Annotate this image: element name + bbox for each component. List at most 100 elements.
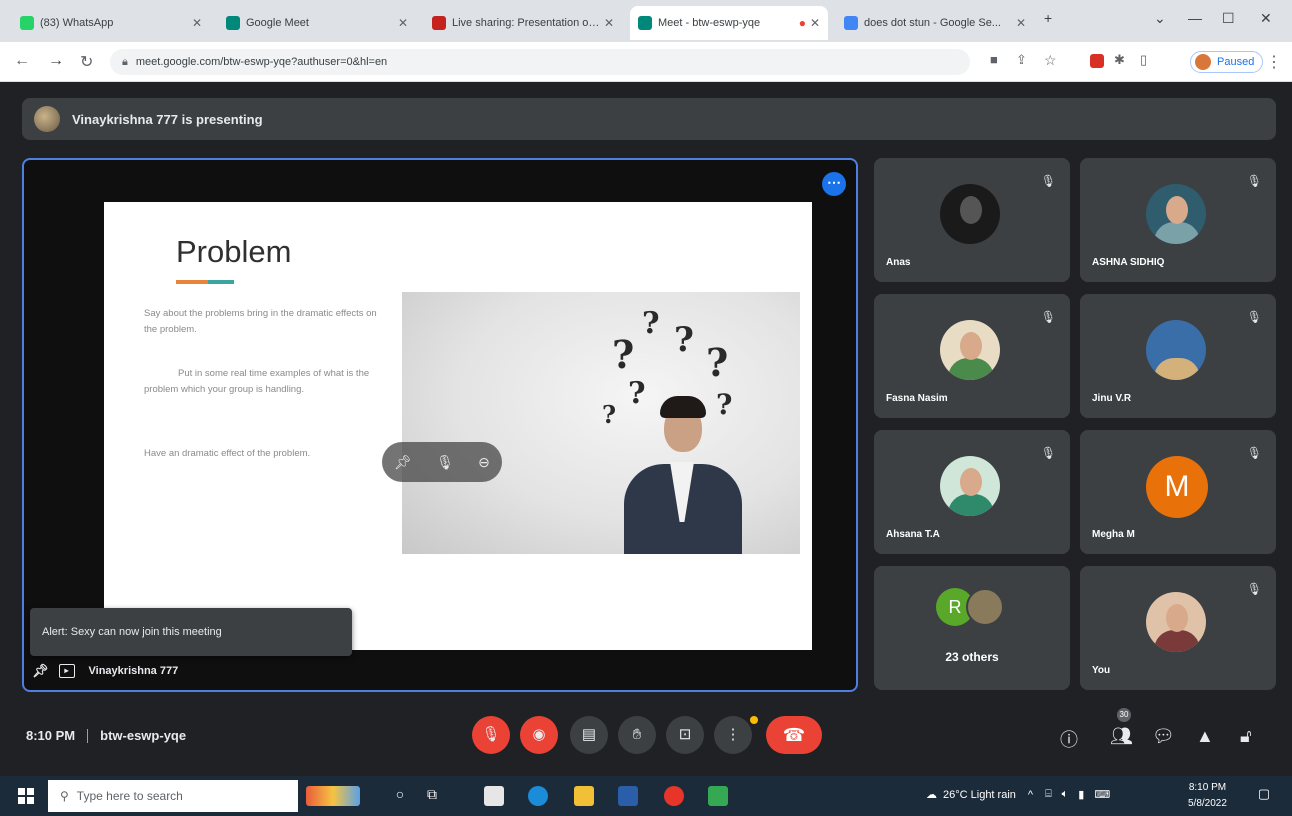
presentation-tile[interactable]: ⋯ Problem Say about the problems bring i… (22, 158, 858, 692)
lock-icon: 🔒︎ (122, 55, 128, 68)
search-icon: ⚲ (60, 789, 69, 803)
participant-tile[interactable]: M 🎙︎ Megha M (1080, 430, 1276, 554)
participant-photo (940, 456, 1000, 516)
weather-text[interactable]: 26°C Light rain (943, 789, 1016, 801)
camera-toggle-button[interactable]: ◉ (520, 716, 558, 754)
participant-tile[interactable]: 🎙︎ Anas (874, 158, 1070, 282)
edge-icon[interactable] (528, 786, 548, 806)
clock-date: 5/8/2022 (1188, 798, 1227, 809)
close-tab-icon[interactable]: ✕ (398, 16, 408, 30)
raise-hand-button[interactable]: ✋︎ (618, 716, 656, 754)
captions-button[interactable]: ▤ (570, 716, 608, 754)
meeting-details: 8:10 PM btw-eswp-yqe (26, 728, 186, 743)
mic-toggle-button[interactable]: 🎙︎ (472, 716, 510, 754)
slide-paragraph: Say about the problems bring in the dram… (144, 308, 377, 335)
participant-name: Jinu V.R (1092, 393, 1132, 404)
pin-icon[interactable]: 📌︎ (32, 663, 49, 679)
mic-muted-icon: 🎙︎ (1040, 446, 1056, 460)
meeting-code: btw-eswp-yqe (100, 728, 187, 743)
back-arrow-icon[interactable]: ← (14, 52, 30, 70)
clothing-shape (948, 358, 994, 380)
volume-icon[interactable]: 🔈︎ (1062, 788, 1069, 801)
meeting-info-icon[interactable]: ⓘ (1060, 726, 1078, 752)
slides-icon (432, 16, 446, 30)
presentation-slide: Problem Say about the problems bring in … (104, 202, 812, 650)
profile-paused-button[interactable]: Paused (1190, 51, 1264, 73)
notification-center-icon[interactable]: ▢ (1254, 786, 1274, 806)
participant-tile[interactable]: 🎙︎ Fasna Nasim (874, 294, 1070, 418)
close-tab-icon[interactable]: ✕ (192, 16, 202, 30)
network-icon[interactable]: ⌸ (1045, 788, 1052, 801)
store-icon[interactable] (618, 786, 638, 806)
taskbar-search-input[interactable]: ⚲ Type here to search (48, 780, 298, 812)
clothing-shape (1154, 630, 1200, 652)
weather-icon: ☁ (926, 789, 937, 801)
opera-icon[interactable] (664, 786, 684, 806)
maximize-button[interactable]: ☐ (1222, 10, 1235, 27)
presenting-banner: Vinaykrishna 777 is presenting (22, 98, 1276, 140)
close-tab-icon[interactable]: ✕ (1016, 16, 1026, 30)
activities-icon[interactable]: ▲ (1196, 726, 1214, 747)
participant-name: Ahsana T.A (886, 529, 940, 540)
app-icon[interactable] (484, 786, 504, 806)
more-options-button[interactable]: ⋮ (714, 716, 752, 754)
camera-in-use-icon[interactable]: ■ (990, 52, 998, 67)
self-view-controls: 📌︎ 🎙︎ ⊖ (382, 442, 502, 482)
participant-tile[interactable]: 🎙︎ Ahsana T.A (874, 430, 1070, 554)
close-tab-icon[interactable]: ✕ (810, 16, 820, 30)
side-panel-icon[interactable]: ▯ (1140, 52, 1147, 68)
tab-live-sharing[interactable]: Live sharing: Presentation of ... ✕ (424, 6, 622, 40)
self-tile[interactable]: 🎙︎ You (1080, 566, 1276, 690)
share-icon[interactable]: ⇪ (1016, 52, 1027, 68)
chat-icon[interactable]: 💬︎ (1152, 726, 1175, 747)
browser-menu-icon[interactable]: ⋮ (1266, 52, 1282, 72)
browser-tab-bar: (83) WhatsApp ✕ Google Meet ✕ Live shari… (0, 0, 1292, 42)
task-view-icon[interactable]: ⧉ (422, 786, 442, 806)
end-call-button[interactable]: ☎︎ (766, 716, 822, 754)
mic-icon[interactable]: 🎙︎ (436, 454, 454, 471)
others-avatars: R (936, 588, 1016, 628)
reload-icon[interactable]: ↻ (80, 52, 93, 72)
participant-photo (1146, 592, 1206, 652)
news-widget-icon[interactable] (306, 786, 360, 806)
tab-whatsapp[interactable]: (83) WhatsApp ✕ (12, 6, 210, 40)
bookmark-star-icon[interactable]: ☆ (1044, 52, 1057, 69)
mic-muted-icon: 🎙︎ (1040, 174, 1056, 188)
tab-meet-active[interactable]: Meet - btw-eswp-yqe ● ✕ (630, 6, 828, 40)
file-explorer-icon[interactable] (574, 786, 594, 806)
chevron-up-icon[interactable]: ^ (1028, 789, 1033, 801)
minimize-circle-icon[interactable]: ⊖ (478, 454, 490, 471)
battery-icon[interactable]: ▮ (1078, 788, 1084, 801)
others-tile[interactable]: R 23 others (874, 566, 1070, 690)
forward-arrow-icon[interactable]: → (48, 52, 64, 70)
keyboard-icon[interactable]: ⌨ (1094, 788, 1110, 801)
window-close-button[interactable]: ✕ (1260, 10, 1272, 27)
participant-tile[interactable]: 🎙︎ Jinu V.R (1080, 294, 1276, 418)
clothing-shape (1154, 222, 1200, 244)
face-shape (1166, 196, 1188, 224)
host-controls-icon[interactable]: 🔓︎ (1240, 726, 1252, 747)
tab-google-meet[interactable]: Google Meet ✕ (218, 6, 416, 40)
start-button[interactable] (18, 788, 34, 804)
tab-search-icon[interactable]: ⌄ (1154, 10, 1166, 27)
present-screen-button[interactable]: ⊡ (666, 716, 704, 754)
presenter-avatar (34, 106, 60, 132)
taskbar-clock[interactable]: 8:10 PM 5/8/2022 (1188, 780, 1227, 812)
close-tab-icon[interactable]: ✕ (604, 16, 614, 30)
puzzle-extensions-icon[interactable]: ✱ (1114, 52, 1125, 68)
pin-icon[interactable]: 📌︎ (394, 454, 412, 471)
cortana-icon[interactable]: ○ (390, 786, 410, 806)
participant-tile[interactable]: 🎙︎ ASHNA SIDHIQ (1080, 158, 1276, 282)
chrome-icon[interactable] (708, 786, 728, 806)
minimize-button[interactable]: — (1188, 10, 1202, 26)
tab-google-search[interactable]: does dot stun - Google Se... ✕ (836, 6, 1034, 40)
address-bar-row: ← → ↻ 🔒︎ meet.google.com/btw-eswp-yqe?au… (0, 42, 1292, 82)
people-icon[interactable]: 👥︎ (1110, 726, 1133, 747)
more-options-button[interactable]: ⋯ (822, 172, 846, 196)
question-doodle: ? (716, 388, 733, 421)
new-tab-button[interactable]: + (1044, 10, 1052, 26)
url-input[interactable]: 🔒︎ meet.google.com/btw-eswp-yqe?authuser… (110, 49, 970, 75)
extension-icon[interactable] (1090, 54, 1104, 68)
people-count-badge: 30 (1117, 708, 1131, 722)
clothing-shape (948, 494, 994, 516)
